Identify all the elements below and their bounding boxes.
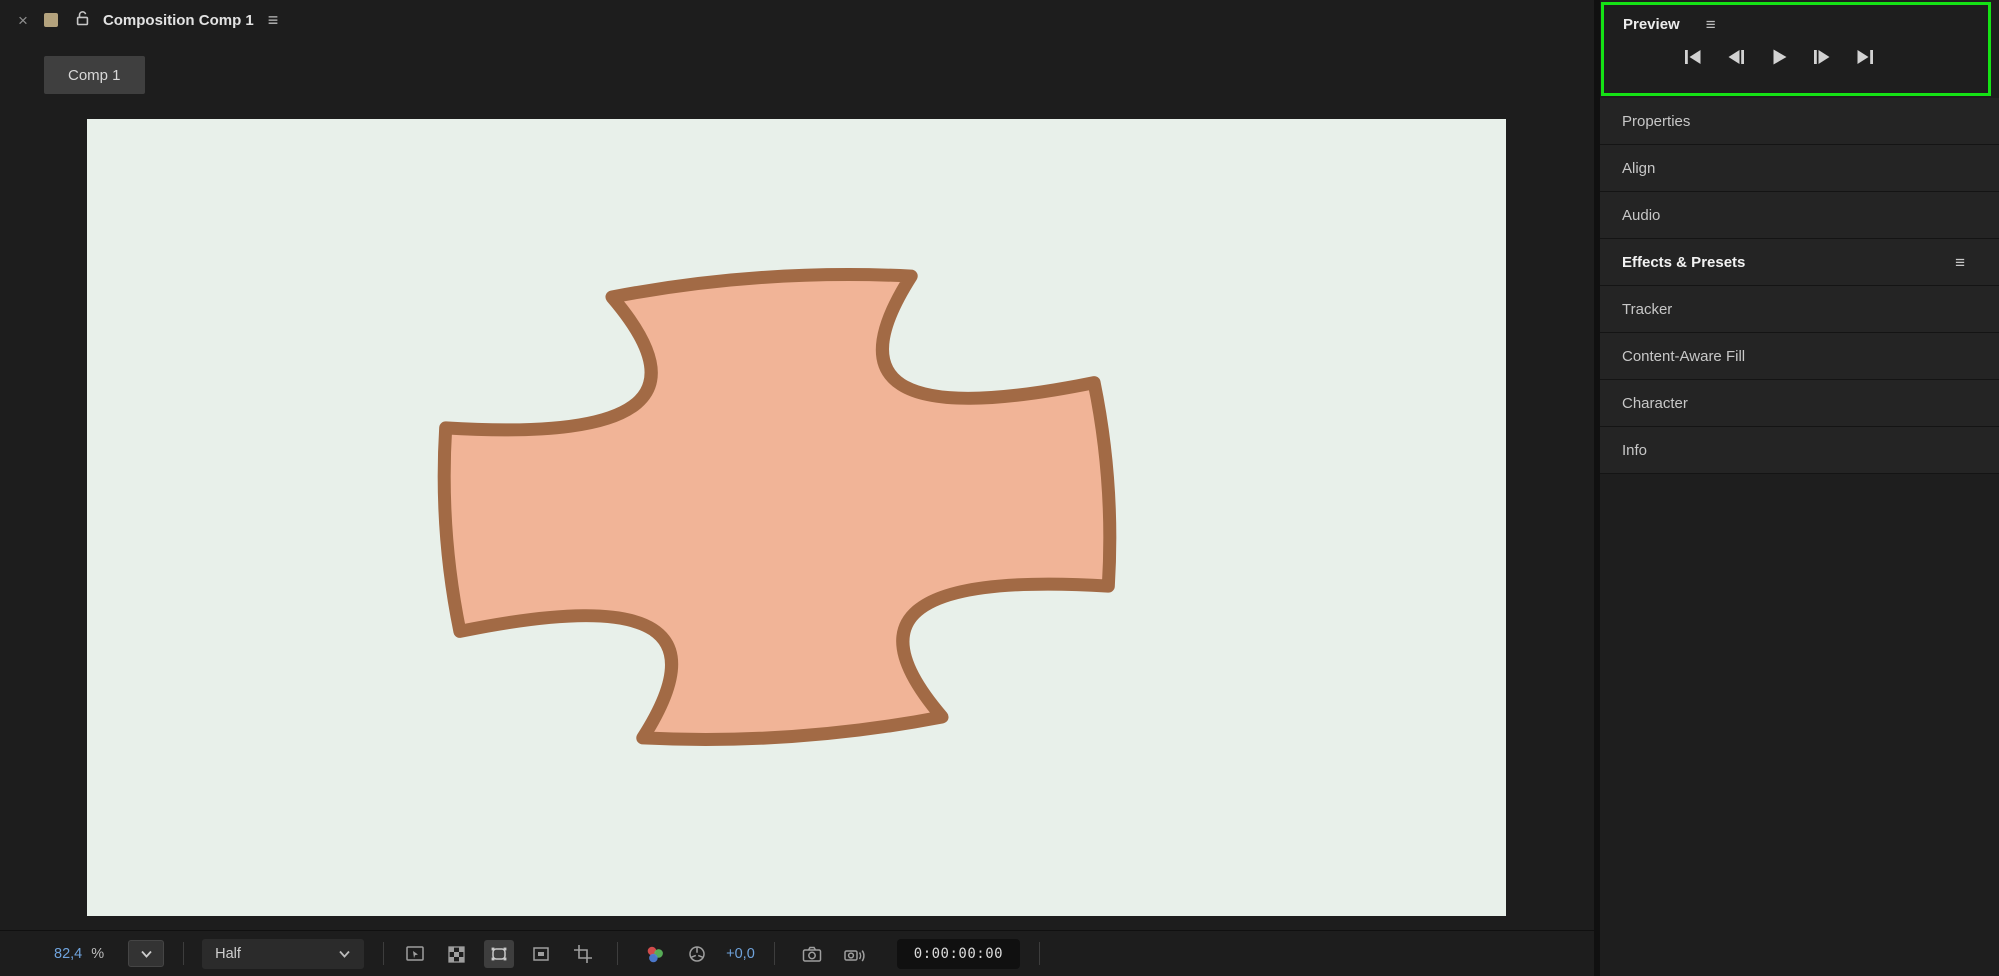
previous-frame-button[interactable]: [1723, 44, 1749, 70]
panel-tab-content-aware-fill[interactable]: Content-Aware Fill: [1600, 333, 1999, 380]
right-panel-column: Preview ≡ Properties Align Audio Effects…: [1600, 0, 1999, 976]
panel-tab-tracker[interactable]: Tracker: [1600, 286, 1999, 333]
next-frame-icon: [1814, 50, 1830, 64]
chevron-down-icon: [339, 950, 350, 958]
panel-tab-label: Audio: [1622, 206, 1661, 224]
zoom-value[interactable]: 82,4: [54, 946, 82, 962]
panel-tab-stack: Properties Align Audio Effects & Presets…: [1600, 98, 1999, 474]
previous-frame-icon: [1728, 50, 1744, 64]
show-snapshot-icon: [844, 949, 865, 961]
composition-panel-header: × Composition Comp 1 ≡: [0, 0, 1594, 40]
toolbar-separator: [773, 942, 775, 965]
grid-guide-options-button[interactable]: [400, 940, 430, 968]
mask-path-visibility-icon: [491, 947, 507, 960]
toolbar-separator: [1039, 942, 1041, 965]
preview-panel-highlighted: Preview ≡: [1601, 2, 1991, 96]
panel-tab-effects-presets[interactable]: Effects & Presets ≡: [1600, 239, 1999, 286]
panel-title: Composition Comp 1: [102, 11, 254, 29]
tab-comp-1[interactable]: Comp 1: [44, 56, 145, 94]
rgb-channels-icon: [647, 946, 664, 962]
panel-tab-label: Character: [1622, 394, 1688, 412]
panel-tab-properties[interactable]: Properties: [1600, 98, 1999, 145]
panel-tab-character[interactable]: Character: [1600, 380, 1999, 427]
composition-panel-menu-icon[interactable]: ≡: [268, 11, 279, 29]
panel-tab-label: Effects & Presets: [1622, 253, 1746, 271]
preview-title: Preview: [1623, 16, 1680, 33]
after-effects-workspace: × Composition Comp 1 ≡ Comp 1 82,4 % Hal…: [0, 0, 1999, 976]
panel-tab-align[interactable]: Align: [1600, 145, 1999, 192]
first-frame-icon: [1685, 50, 1701, 64]
composition-canvas[interactable]: [87, 119, 1506, 916]
show-snapshot-button[interactable]: [839, 940, 869, 968]
viewer-toolbar: 82,4 % Half +0,0 0:00:00:00: [0, 930, 1594, 976]
panel-tab-label: Content-Aware Fill: [1622, 347, 1746, 365]
grid-guide-options-icon: [406, 945, 424, 961]
mask-path-visibility-button[interactable]: [484, 939, 515, 968]
tab-comp-1-label: Comp 1: [68, 66, 121, 84]
zoom-dropdown-button[interactable]: [128, 940, 165, 967]
chevron-down-icon: [140, 950, 152, 958]
exposure-reset-button[interactable]: [682, 940, 712, 968]
toolbar-separator: [383, 942, 385, 965]
resolution-dropdown[interactable]: Half: [202, 938, 365, 969]
toolbar-separator: [617, 942, 619, 965]
last-frame-icon: [1857, 50, 1873, 64]
exposure-icon: [689, 945, 705, 962]
panel-tab-audio[interactable]: Audio: [1600, 192, 1999, 239]
panel-tab-info[interactable]: Info: [1600, 427, 1999, 474]
crop-marks-icon: [574, 944, 593, 963]
effects-presets-menu-icon[interactable]: ≡: [1955, 254, 1965, 271]
panel-tab-swatch-icon: [43, 13, 58, 27]
panel-tab-label: Properties: [1622, 112, 1691, 130]
take-snapshot-button[interactable]: [797, 940, 827, 968]
panel-tab-label: Align: [1622, 159, 1656, 177]
toolbar-separator: [183, 942, 185, 965]
zoom-unit: %: [91, 945, 105, 962]
camera-snapshot-icon: [802, 946, 822, 962]
timecode-value: 0:00:00:00: [913, 945, 1004, 962]
region-of-interest-button[interactable]: [526, 940, 556, 968]
panel-tab-label: Info: [1622, 441, 1648, 459]
transparency-grid-icon: [448, 945, 465, 963]
transparency-grid-button[interactable]: [442, 940, 472, 968]
next-frame-button[interactable]: [1809, 44, 1835, 70]
close-panel-icon[interactable]: ×: [18, 12, 28, 29]
panel-tab-label: Tracker: [1622, 300, 1673, 318]
proportional-grid-button[interactable]: [568, 940, 598, 968]
preview-panel-menu-icon[interactable]: ≡: [1706, 16, 1716, 33]
resolution-value: Half: [215, 945, 241, 962]
canvas-svg: [87, 119, 1506, 916]
play-icon: [1773, 49, 1787, 65]
region-of-interest-icon: [533, 946, 549, 961]
timecode-display[interactable]: 0:00:00:00: [896, 938, 1021, 969]
play-button[interactable]: [1766, 44, 1792, 70]
unlock-icon[interactable]: [75, 10, 90, 31]
preview-panel-header: Preview ≡: [1604, 5, 1988, 33]
last-frame-button[interactable]: [1852, 44, 1878, 70]
channels-button[interactable]: [640, 940, 670, 968]
exposure-value[interactable]: +0,0: [726, 946, 755, 962]
composition-viewer-panel: × Composition Comp 1 ≡ Comp 1 82,4 % Hal…: [0, 0, 1594, 976]
first-frame-button[interactable]: [1680, 44, 1706, 70]
preview-transport-controls: [1680, 44, 1988, 70]
